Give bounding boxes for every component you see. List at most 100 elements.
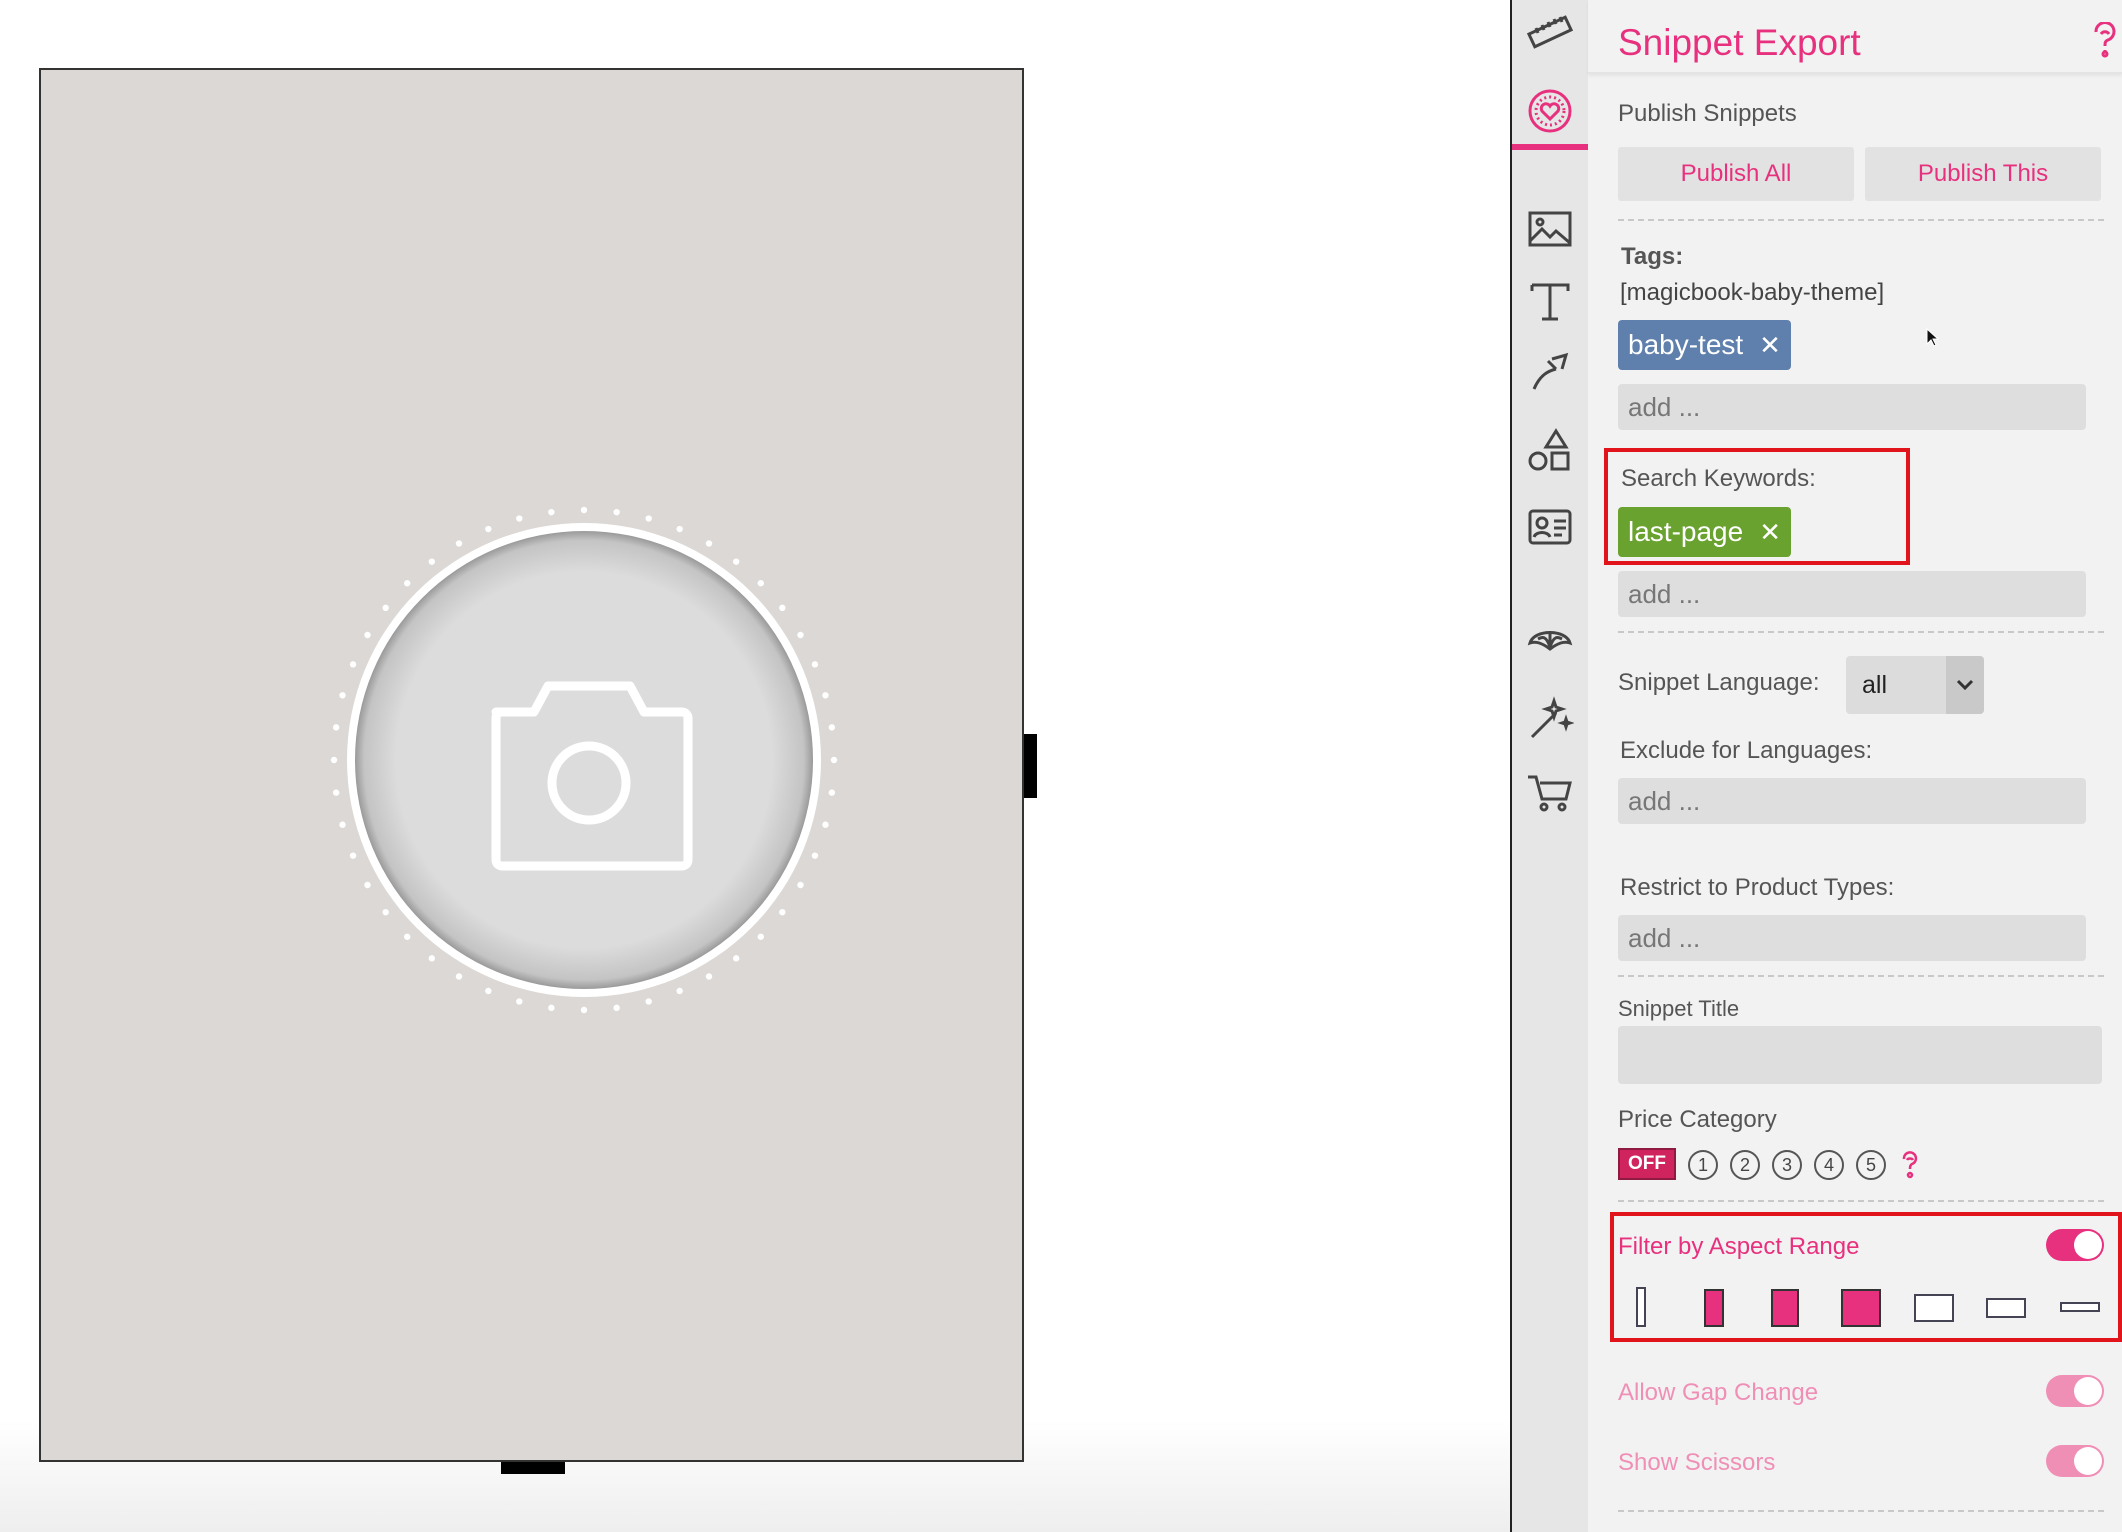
ring-dot xyxy=(732,558,740,565)
ring-dot xyxy=(516,998,523,1005)
ring-dot xyxy=(485,525,492,533)
aspect-portrait[interactable] xyxy=(1771,1289,1799,1327)
page-resize-handle-bottom[interactable] xyxy=(501,1462,565,1474)
scissors-label: Show Scissors xyxy=(1618,1449,1776,1476)
language-select[interactable]: all xyxy=(1846,656,1984,714)
ring-dot xyxy=(676,987,683,995)
snippet-title-label: Snippet Title xyxy=(1618,996,1740,1021)
page-resize-handle-right[interactable] xyxy=(1024,734,1037,798)
separator xyxy=(1618,975,2104,977)
aspect-tall-narrow[interactable] xyxy=(1636,1287,1646,1327)
separator xyxy=(1618,1200,2104,1202)
theme-tag: [magicbook-baby-theme] xyxy=(1620,279,1885,306)
chevron-down-icon[interactable] xyxy=(1946,656,1984,714)
cart-icon[interactable] xyxy=(1512,760,1588,826)
price-category-label: Price Category xyxy=(1618,1106,1777,1133)
separator xyxy=(1618,219,2104,221)
ring-dot xyxy=(548,1004,555,1012)
keywords-input[interactable]: add ... xyxy=(1618,571,2086,617)
ring-dot xyxy=(339,821,346,828)
brush-icon[interactable] xyxy=(1512,340,1588,406)
exclude-input[interactable]: add ... xyxy=(1618,778,2086,824)
price-help-icon[interactable] xyxy=(1900,1150,1920,1185)
ring-dot xyxy=(779,908,786,916)
ring-dot xyxy=(705,540,713,547)
price-option-2[interactable]: 2 xyxy=(1730,1150,1760,1180)
contact-card-icon[interactable] xyxy=(1512,494,1588,560)
remove-icon[interactable]: ✕ xyxy=(1759,330,1781,361)
language-label: Snippet Language: xyxy=(1618,669,1820,696)
shapes-icon[interactable] xyxy=(1512,418,1588,484)
photo-placeholder[interactable] xyxy=(324,500,844,1020)
magic-wand-icon[interactable] xyxy=(1512,686,1588,752)
ring-dot xyxy=(516,515,523,522)
price-off-button[interactable]: OFF xyxy=(1618,1148,1676,1180)
ring-dot xyxy=(645,998,652,1005)
aspect-panorama[interactable] xyxy=(2060,1302,2100,1312)
ring-dot xyxy=(676,525,683,533)
restrict-input[interactable]: add ... xyxy=(1618,915,2086,961)
ring-dot xyxy=(830,756,838,764)
ring-dot xyxy=(613,1004,620,1012)
ring-dot xyxy=(732,955,740,962)
snippet-title-input[interactable] xyxy=(1618,1026,2102,1084)
aspect-tall[interactable] xyxy=(1704,1289,1724,1327)
ring-dot xyxy=(645,515,652,522)
tags-label: Tags: xyxy=(1621,243,1684,270)
price-option-4[interactable]: 4 xyxy=(1814,1150,1844,1180)
publish-all-button[interactable]: Publish All xyxy=(1618,147,1854,201)
scissors-toggle[interactable] xyxy=(2046,1445,2104,1477)
aspect-wide[interactable] xyxy=(1986,1298,2026,1318)
aspect-label: Filter by Aspect Range xyxy=(1618,1233,1860,1260)
panel-header: Snippet Export xyxy=(1588,0,2122,74)
ring-dot xyxy=(330,756,338,764)
ring-dot xyxy=(382,604,389,612)
ring-dot xyxy=(485,987,492,995)
ring-dot xyxy=(364,881,371,889)
aspect-square[interactable] xyxy=(1841,1289,1881,1327)
aspect-toggle[interactable] xyxy=(2046,1229,2104,1261)
ring-dot xyxy=(349,661,357,668)
ring-dot xyxy=(349,852,357,859)
ring-dot xyxy=(332,789,340,796)
ring-dot xyxy=(705,973,713,980)
remove-icon[interactable]: ✕ xyxy=(1759,517,1781,548)
ring-dot xyxy=(822,692,829,699)
keywords-label: Search Keywords: xyxy=(1621,465,1816,492)
book-page[interactable] xyxy=(39,68,1024,1462)
ring-dot xyxy=(428,558,436,565)
snippet-heart-icon[interactable] xyxy=(1512,78,1588,144)
aspect-landscape[interactable] xyxy=(1914,1294,1954,1322)
text-icon[interactable] xyxy=(1512,268,1588,334)
ring-dot xyxy=(822,821,829,828)
keyword-chip-label: last-page xyxy=(1628,516,1744,547)
restrict-label: Restrict to Product Types: xyxy=(1620,874,1895,901)
umbrella-icon[interactable] xyxy=(1512,612,1588,678)
help-icon[interactable] xyxy=(2090,21,2120,63)
snippet-export-panel: Snippet Export Publish Snippets Publish … xyxy=(1588,0,2122,1532)
ring-dot xyxy=(797,631,804,639)
tags-input[interactable]: add ... xyxy=(1618,384,2086,430)
ring-dot xyxy=(613,508,620,516)
publish-this-button[interactable]: Publish This xyxy=(1865,147,2101,201)
keyword-chip[interactable]: last-page ✕ xyxy=(1618,507,1791,557)
ring-dot xyxy=(811,852,819,859)
ring-dot xyxy=(339,692,346,699)
exclude-label: Exclude for Languages: xyxy=(1620,737,1873,764)
ruler-icon[interactable] xyxy=(1512,0,1588,66)
price-option-3[interactable]: 3 xyxy=(1772,1150,1802,1180)
tool-rail xyxy=(1512,0,1588,1532)
ring-dot xyxy=(455,540,463,547)
image-icon[interactable] xyxy=(1512,196,1588,262)
canvas-area xyxy=(0,0,1510,1532)
price-option-5[interactable]: 5 xyxy=(1856,1150,1886,1180)
separator xyxy=(1618,631,2104,633)
tag-chip[interactable]: baby-test ✕ xyxy=(1618,320,1791,370)
allow-gap-toggle[interactable] xyxy=(2046,1375,2104,1407)
rail-active-indicator xyxy=(1512,144,1588,150)
ring-dot xyxy=(428,955,436,962)
tag-chip-label: baby-test xyxy=(1628,329,1744,360)
panel-title: Snippet Export xyxy=(1618,22,1861,63)
price-option-1[interactable]: 1 xyxy=(1688,1150,1718,1180)
ring-dot xyxy=(828,789,836,796)
